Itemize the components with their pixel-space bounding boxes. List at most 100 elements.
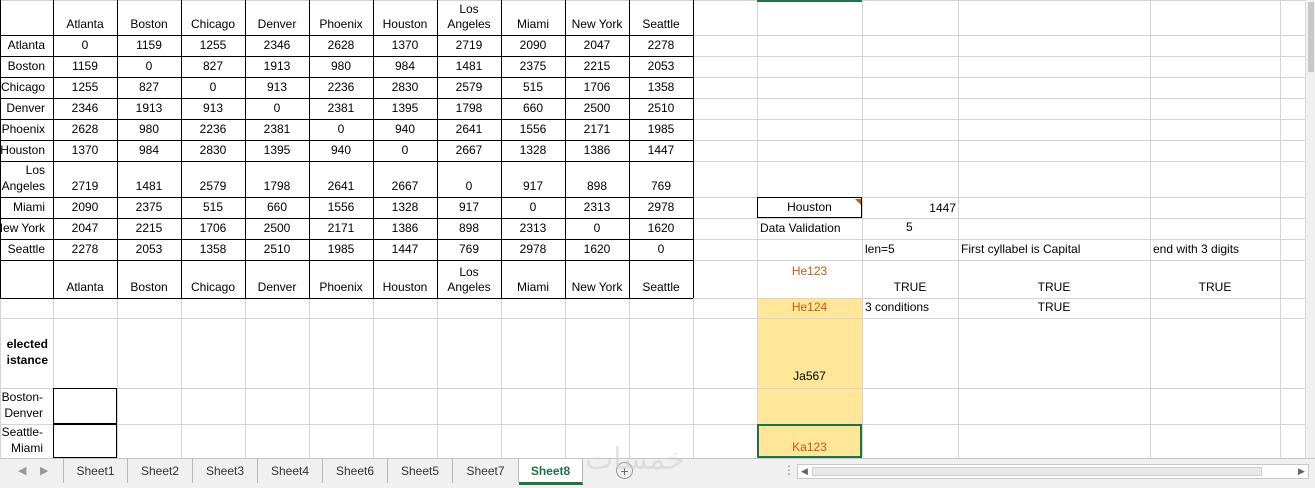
distance-cell[interactable]: 2346: [245, 35, 309, 56]
distance-cell[interactable]: 2830: [181, 140, 245, 161]
column-header-denver[interactable]: Denver: [245, 0, 309, 35]
distance-cell[interactable]: 2215: [117, 218, 181, 239]
test-value-cell[interactable]: He123: [757, 260, 862, 298]
distance-cell[interactable]: 2500: [245, 218, 309, 239]
distance-cell[interactable]: 2053: [629, 56, 693, 77]
distance-cell[interactable]: 2667: [437, 140, 501, 161]
distance-cell[interactable]: 1386: [565, 140, 629, 161]
distance-cell[interactable]: 2090: [53, 197, 117, 218]
distance-cell[interactable]: 1370: [373, 35, 437, 56]
column-header-phoenix[interactable]: Phoenix: [309, 0, 373, 35]
distance-cell[interactable]: 2278: [629, 35, 693, 56]
distance-cell[interactable]: 913: [245, 77, 309, 98]
distance-cell[interactable]: 1395: [373, 98, 437, 119]
column-header-chicago[interactable]: Chicago: [181, 0, 245, 35]
distance-cell[interactable]: 2579: [437, 77, 501, 98]
horizontal-scroll-thumb[interactable]: [812, 467, 1262, 476]
distance-cell[interactable]: 2313: [501, 218, 565, 239]
distance-cell[interactable]: 2236: [181, 119, 245, 140]
validation-result[interactable]: TRUE: [958, 298, 1150, 318]
test-value-cell[interactable]: He124: [757, 298, 862, 318]
row-label-atlanta[interactable]: Atlanta: [0, 35, 53, 56]
distance-cell[interactable]: 1370: [53, 140, 117, 161]
distance-cell[interactable]: 1447: [373, 239, 437, 260]
distance-cell[interactable]: 515: [501, 77, 565, 98]
distance-cell[interactable]: 940: [309, 140, 373, 161]
distance-cell[interactable]: 2510: [629, 98, 693, 119]
distance-cell[interactable]: 2375: [117, 197, 181, 218]
row-label-seattle[interactable]: Seattle: [0, 239, 53, 260]
distance-cell[interactable]: 2171: [309, 218, 373, 239]
distance-cell[interactable]: 2381: [245, 119, 309, 140]
distance-cell[interactable]: 0: [373, 140, 437, 161]
distance-cell[interactable]: 2236: [309, 77, 373, 98]
data-validation-value[interactable]: 5: [862, 218, 958, 239]
footer-header-miami[interactable]: Miami: [501, 260, 565, 298]
row-label-new-york[interactable]: New York: [0, 218, 53, 239]
distance-cell[interactable]: 1395: [245, 140, 309, 161]
distance-cell[interactable]: 2510: [245, 239, 309, 260]
distance-cell[interactable]: 1481: [437, 56, 501, 77]
distance-cell[interactable]: 0: [245, 98, 309, 119]
distance-cell[interactable]: 660: [245, 197, 309, 218]
column-header-miami[interactable]: Miami: [501, 0, 565, 35]
distance-cell[interactable]: 1159: [117, 35, 181, 56]
distance-cell[interactable]: 0: [53, 35, 117, 56]
column-header-houston[interactable]: Houston: [373, 0, 437, 35]
distance-cell[interactable]: 2628: [53, 119, 117, 140]
distance-cell[interactable]: 0: [565, 218, 629, 239]
add-sheet-icon[interactable]: +: [616, 462, 633, 479]
horizontal-scrollbar[interactable]: ◀ ▶: [797, 464, 1309, 479]
distance-cell[interactable]: 2978: [501, 239, 565, 260]
validation-result[interactable]: TRUE: [1150, 260, 1280, 298]
distance-cell[interactable]: 515: [181, 197, 245, 218]
row-label-boston[interactable]: Boston: [0, 56, 53, 77]
split-handle-icon[interactable]: ⋮: [783, 463, 795, 477]
footer-header-houston[interactable]: Houston: [373, 260, 437, 298]
tab-sheet1[interactable]: Sheet1: [63, 459, 128, 483]
scroll-right-icon[interactable]: ▶: [1295, 465, 1308, 478]
distance-cell[interactable]: 0: [501, 197, 565, 218]
column-header-atlanta[interactable]: Atlanta: [53, 0, 117, 35]
row-label-denver[interactable]: Denver: [0, 98, 53, 119]
column-header-seattle[interactable]: Seattle: [629, 0, 693, 35]
distance-cell[interactable]: 769: [629, 161, 693, 197]
distance-cell[interactable]: 660: [501, 98, 565, 119]
distance-cell[interactable]: 1386: [373, 218, 437, 239]
distance-cell[interactable]: 0: [629, 239, 693, 260]
active-cell[interactable]: Ka123: [757, 424, 862, 458]
validation-result[interactable]: TRUE: [862, 260, 958, 298]
selected-distance-cell[interactable]: [53, 424, 117, 458]
distance-cell[interactable]: 917: [501, 161, 565, 197]
distance-cell[interactable]: 2215: [565, 56, 629, 77]
distance-cell[interactable]: 1913: [245, 56, 309, 77]
distance-cell[interactable]: 1798: [245, 161, 309, 197]
distance-cell[interactable]: 769: [437, 239, 501, 260]
distance-cell[interactable]: 913: [181, 98, 245, 119]
distance-cell[interactable]: 0: [309, 119, 373, 140]
distance-cell[interactable]: 2381: [309, 98, 373, 119]
distance-cell[interactable]: 2500: [565, 98, 629, 119]
distance-cell[interactable]: 1255: [53, 77, 117, 98]
distance-cell[interactable]: 1358: [181, 239, 245, 260]
distance-cell[interactable]: 2641: [309, 161, 373, 197]
distance-cell[interactable]: 0: [181, 77, 245, 98]
comment-indicator-icon[interactable]: [855, 199, 861, 205]
tab-sheet4[interactable]: Sheet4: [258, 459, 323, 483]
distance-cell[interactable]: 0: [437, 161, 501, 197]
distance-cell[interactable]: 1447: [629, 140, 693, 161]
distance-cell[interactable]: 2090: [501, 35, 565, 56]
distance-cell[interactable]: 1159: [53, 56, 117, 77]
distance-cell[interactable]: 2375: [501, 56, 565, 77]
distance-cell[interactable]: 1255: [181, 35, 245, 56]
distance-cell[interactable]: 1620: [565, 239, 629, 260]
distance-cell[interactable]: 917: [437, 197, 501, 218]
vertical-scrollbar[interactable]: [1305, 0, 1315, 458]
row-label-chicago[interactable]: Chicago: [0, 77, 53, 98]
distance-cell[interactable]: 1798: [437, 98, 501, 119]
distance-cell[interactable]: 1556: [501, 119, 565, 140]
distance-cell[interactable]: 1358: [629, 77, 693, 98]
row-label-houston[interactable]: Houston: [0, 140, 53, 161]
footer-header-denver[interactable]: Denver: [245, 260, 309, 298]
selected-distance-cell[interactable]: [53, 388, 117, 424]
